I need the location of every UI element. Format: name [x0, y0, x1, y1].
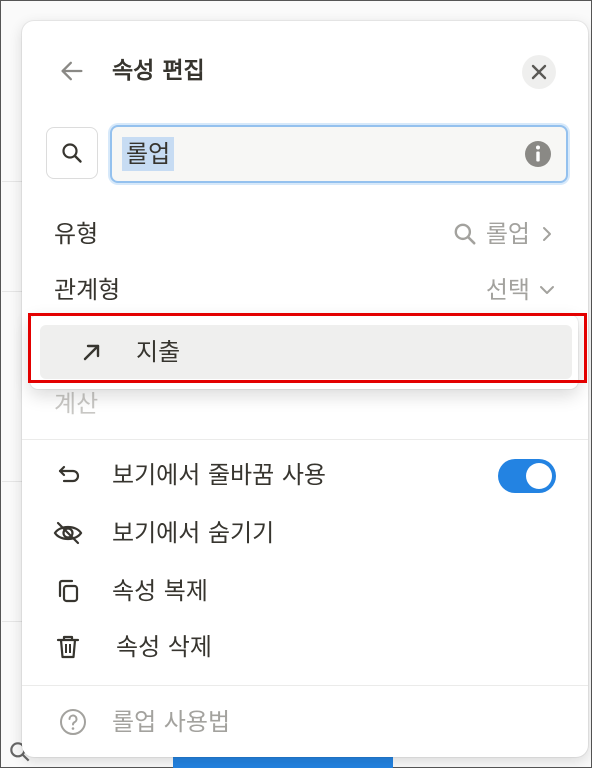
edit-property-panel: 속성 편집 롤업 유형 롤업 관계형 선택 계산 지출 보기에서 줄바꿈 사용 …: [22, 21, 588, 757]
hide-in-view-label: 보기에서 숨기기: [112, 519, 275, 547]
wrap-toggle[interactable]: [498, 459, 556, 493]
trash-icon: [52, 631, 84, 663]
type-row[interactable]: 유형 롤업: [22, 211, 588, 257]
search-icon: [62, 143, 82, 163]
relation-dropdown: 지출: [30, 315, 578, 389]
question-circle-icon: [60, 709, 86, 735]
arrow-left-icon: [61, 61, 83, 81]
divider: [22, 685, 588, 686]
chevron-down-icon: [540, 286, 554, 294]
chevron-right-icon: [543, 227, 551, 241]
relation-option-label: 지출: [136, 338, 181, 366]
relation-option[interactable]: 지출: [40, 325, 572, 379]
relation-label: 관계형: [54, 276, 121, 304]
duplicate-property-item[interactable]: 속성 복제: [22, 565, 588, 617]
property-name-field[interactable]: 롤업: [110, 125, 568, 183]
property-name-input[interactable]: 롤업: [122, 137, 175, 171]
type-value[interactable]: 롤업: [452, 219, 556, 249]
search-icon: [454, 223, 476, 245]
close-button[interactable]: [522, 55, 556, 89]
close-icon: [531, 64, 547, 80]
wrap-in-view-item[interactable]: 보기에서 줄바꿈 사용: [22, 449, 588, 501]
info-icon[interactable]: [524, 140, 552, 168]
back-button[interactable]: [56, 55, 88, 87]
type-value-label: 롤업: [485, 220, 530, 248]
calculate-label: 계산: [54, 390, 99, 418]
arrow-up-right-icon: [83, 344, 100, 361]
rollup-help-label: 롤업 사용법: [112, 708, 231, 736]
panel-title: 속성 편집: [112, 58, 205, 84]
icon-picker-button[interactable]: [46, 127, 98, 179]
divider: [22, 439, 588, 440]
relation-select[interactable]: 선택: [486, 275, 556, 305]
delete-property-label: 속성 삭제: [116, 633, 212, 661]
rollup-help-link[interactable]: 롤업 사용법: [22, 697, 588, 747]
hide-in-view-item[interactable]: 보기에서 숨기기: [22, 507, 588, 559]
duplicate-property-label: 속성 복제: [112, 577, 208, 605]
type-label: 유형: [54, 220, 99, 248]
eye-off-icon: [52, 517, 84, 549]
panel-header: 속성 편집: [22, 21, 588, 121]
toggle-knob: [526, 463, 552, 489]
relation-row[interactable]: 관계형 선택: [22, 267, 588, 313]
delete-property-item[interactable]: 속성 삭제: [22, 621, 588, 673]
wrap-in-view-label: 보기에서 줄바꿈 사용: [112, 461, 326, 489]
duplicate-icon: [52, 575, 84, 607]
wrap-text-icon: [52, 459, 84, 491]
relation-value: 선택: [485, 276, 530, 304]
